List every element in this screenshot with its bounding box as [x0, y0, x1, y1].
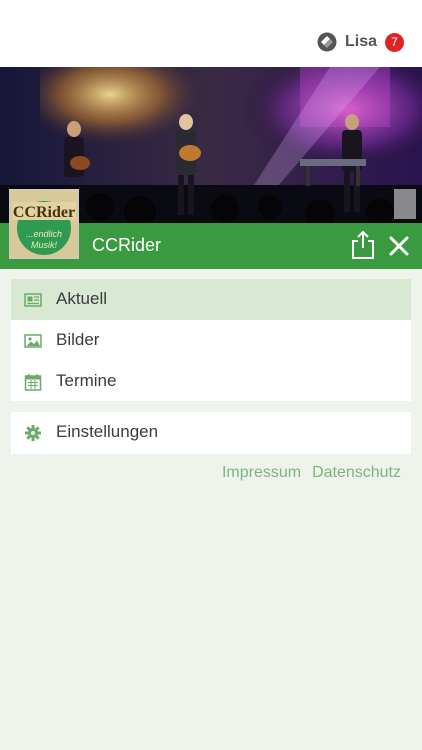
app-logo-icon	[317, 32, 337, 52]
menu-item-einstellungen[interactable]: Einstellungen	[11, 412, 411, 453]
menu-item-bilder[interactable]: Bilder	[11, 320, 411, 361]
impressum-link[interactable]: Impressum	[222, 464, 301, 482]
menu-item-label: Bilder	[56, 330, 100, 349]
group-name: CCRider	[92, 235, 162, 255]
menu-item-aktuell[interactable]: Aktuell	[11, 279, 411, 320]
menu-item-label: Termine	[56, 371, 117, 390]
user-menu[interactable]: Lisa 7	[317, 32, 404, 52]
datenschutz-link[interactable]: Datenschutz	[312, 464, 401, 482]
user-name: Lisa	[344, 33, 377, 50]
logo-tagline-1: ...endlich	[26, 229, 62, 239]
logo-text: CCRider	[13, 204, 75, 221]
gear-icon	[25, 425, 41, 441]
top-bar: Lisa 7	[0, 0, 422, 67]
notification-badge[interactable]: 7	[385, 32, 404, 52]
footer-links: Impressum Datenschutz	[222, 464, 401, 482]
group-logo: CCRider ...endlich Musik!	[10, 190, 78, 258]
image-icon	[24, 334, 42, 348]
settings-menu: Einstellungen	[11, 412, 411, 454]
calendar-icon	[24, 374, 42, 391]
menu-item-label: Aktuell	[56, 289, 108, 308]
menu-item-termine[interactable]: Termine	[11, 361, 411, 402]
close-icon[interactable]	[386, 233, 412, 259]
menu-item-label: Einstellungen	[56, 422, 159, 441]
main-menu: Aktuell Bilder Termine	[11, 279, 411, 401]
share-icon[interactable]	[350, 230, 376, 260]
newspaper-icon	[24, 293, 42, 307]
logo-tagline-2: Musik!	[31, 240, 58, 250]
